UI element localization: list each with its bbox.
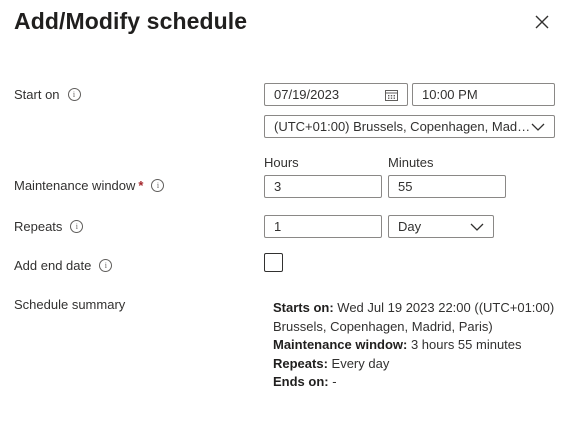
start-time-input[interactable]: 10:00 PM: [412, 83, 555, 106]
start-date-value: 07/19/2023: [274, 87, 340, 102]
start-on-label: Start on i: [14, 87, 81, 102]
summary-starts-on-label: Starts on:: [273, 300, 334, 315]
info-icon[interactable]: i: [151, 179, 165, 192]
repeats-label: Repeats i: [14, 219, 84, 234]
chevron-down-icon: [531, 123, 545, 131]
repeats-text: Repeats: [14, 219, 63, 234]
required-marker: *: [138, 178, 144, 193]
start-date-input[interactable]: 07/19/2023: [264, 83, 408, 106]
close-icon[interactable]: [533, 13, 551, 31]
start-time-value: 10:00 PM: [422, 87, 478, 102]
hours-input[interactable]: 3: [264, 175, 382, 198]
timezone-value: (UTC+01:00) Brussels, Copenhagen, Madri.…: [274, 119, 531, 134]
repeat-count-input[interactable]: 1: [264, 215, 382, 238]
summary-maintenance-label: Maintenance window:: [273, 337, 408, 352]
summary-ends-on: Ends on: -: [273, 373, 558, 392]
schedule-summary-label: Schedule summary: [14, 297, 126, 312]
info-icon[interactable]: i: [67, 88, 81, 101]
repeat-unit-value: Day: [398, 219, 422, 234]
calendar-icon[interactable]: [385, 89, 398, 101]
repeat-unit-dropdown[interactable]: Day: [388, 215, 494, 238]
hours-value: 3: [274, 179, 282, 194]
summary-maintenance-value: 3 hours 55 minutes: [407, 337, 522, 352]
summary-repeats-label: Repeats:: [273, 355, 328, 371]
schedule-summary: Starts on: Wed Jul 19 2023 22:00 ((UTC+0…: [273, 299, 558, 392]
hours-label: Hours: [264, 155, 299, 170]
summary-repeats-value: Every day: [327, 355, 390, 371]
maintenance-window-text: Maintenance window: [14, 178, 136, 193]
start-on-text: Start on: [14, 87, 60, 102]
add-end-date-label: Add end date i: [14, 258, 113, 273]
summary-starts-on: Starts on: Wed Jul 19 2023 22:00 ((UTC+0…: [273, 299, 558, 336]
chevron-down-icon: [470, 223, 484, 231]
minutes-input[interactable]: 55: [388, 175, 506, 198]
add-end-date-checkbox[interactable]: [264, 253, 283, 272]
timezone-dropdown[interactable]: (UTC+01:00) Brussels, Copenhagen, Madri.…: [264, 115, 555, 138]
summary-maintenance: Maintenance window: 3 hours 55 minutes: [273, 336, 558, 355]
summary-ends-on-value: -: [328, 374, 337, 389]
minutes-label: Minutes: [388, 155, 434, 170]
summary-repeats: Repeats: Every day: [273, 355, 558, 374]
dialog-title: Add/Modify schedule: [14, 8, 248, 34]
info-icon[interactable]: i: [99, 259, 113, 272]
summary-ends-on-label: Ends on:: [273, 374, 329, 389]
repeat-count-value: 1: [274, 219, 282, 234]
minutes-value: 55: [398, 179, 413, 194]
info-icon[interactable]: i: [70, 220, 84, 233]
add-end-date-text: Add end date: [14, 258, 92, 273]
maintenance-window-label: Maintenance window * i: [14, 178, 165, 193]
